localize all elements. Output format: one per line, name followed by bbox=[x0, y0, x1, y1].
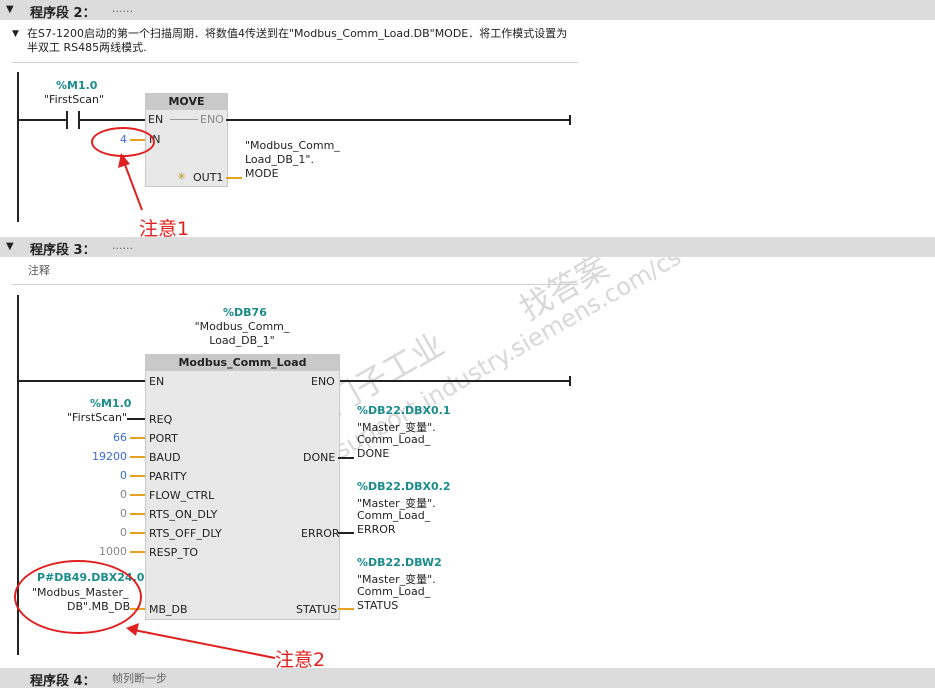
pin-status: STATUS bbox=[296, 603, 338, 616]
resp-to-value[interactable]: 1000 bbox=[99, 545, 127, 558]
pin-parity: PARITY bbox=[149, 470, 187, 483]
done-address: %DB22.DBX0.1 bbox=[357, 404, 451, 417]
segment-title: 程序段 4： bbox=[30, 674, 96, 689]
req-value[interactable]: "FirstScan" bbox=[67, 411, 127, 424]
move-title: MOVE bbox=[146, 94, 227, 110]
rts-off-dly-wire bbox=[130, 532, 145, 534]
segment-comment[interactable]: 注释 bbox=[28, 264, 50, 278]
parity-wire bbox=[130, 475, 145, 477]
parity-value[interactable]: 0 bbox=[120, 469, 127, 482]
pin-flow-ctrl: FLOW_CTRL bbox=[149, 489, 215, 502]
pin-error: ERROR bbox=[301, 527, 340, 540]
baud-value[interactable]: 19200 bbox=[92, 450, 127, 463]
contact-left[interactable] bbox=[66, 111, 68, 129]
port-value[interactable]: 66 bbox=[113, 431, 127, 444]
done-wire bbox=[338, 457, 354, 459]
power-rail bbox=[17, 72, 19, 222]
pin-req: REQ bbox=[149, 413, 173, 426]
rts-off-dly-value[interactable]: 0 bbox=[120, 526, 127, 539]
collapse-icon[interactable]: ▼ bbox=[6, 241, 14, 252]
done-var-line3[interactable]: DONE bbox=[357, 447, 389, 460]
req-wire bbox=[127, 418, 145, 420]
status-var-line3[interactable]: STATUS bbox=[357, 599, 398, 612]
status-wire bbox=[338, 608, 354, 610]
out-wire bbox=[226, 177, 242, 179]
rung-line bbox=[17, 119, 67, 121]
comment-divider bbox=[12, 284, 578, 285]
error-address: %DB22.DBX0.2 bbox=[357, 480, 451, 493]
flow-ctrl-wire bbox=[130, 494, 145, 496]
resp-to-wire bbox=[130, 551, 145, 553]
instance-address: %DB76 bbox=[223, 306, 267, 319]
baud-wire bbox=[130, 456, 145, 458]
pin-mb-db: MB_DB bbox=[149, 603, 188, 616]
error-wire bbox=[338, 532, 354, 534]
move-en: EN bbox=[148, 113, 164, 126]
rung-end bbox=[569, 376, 571, 386]
en-eno-line bbox=[170, 119, 198, 120]
rung-line-right bbox=[226, 119, 570, 121]
pin-resp-to: RESP_TO bbox=[149, 546, 199, 559]
segment-title: 程序段 2： bbox=[30, 6, 96, 21]
segment-4-header[interactable]: 程序段 4： 帧列断一步 bbox=[0, 668, 935, 689]
block-en: EN bbox=[149, 375, 165, 388]
pin-port: PORT bbox=[149, 432, 178, 445]
segment-title: 程序段 3： bbox=[30, 243, 96, 258]
port-wire bbox=[130, 437, 145, 439]
move-eno: ENO bbox=[200, 113, 224, 126]
pin-rts-off-dly: RTS_OFF_DLY bbox=[149, 527, 222, 540]
status-address: %DB22.DBW2 bbox=[357, 556, 442, 569]
modbus-comm-load-block[interactable]: Modbus_Comm_Load bbox=[145, 354, 340, 620]
sparkle-icon: ✳ bbox=[177, 170, 187, 183]
rts-on-dly-wire bbox=[130, 513, 145, 515]
req-address: %M1.0 bbox=[90, 397, 132, 410]
instance-name[interactable]: "Modbus_Comm_ Load_DB_1" bbox=[192, 320, 292, 348]
comment-collapse-icon[interactable]: ▼ bbox=[12, 29, 19, 39]
annotation-arrow-2 bbox=[126, 623, 276, 659]
error-var-line3[interactable]: ERROR bbox=[357, 523, 396, 536]
rung-end bbox=[569, 115, 571, 125]
annotation-arrow-1 bbox=[118, 153, 143, 211]
move-out: OUT1 bbox=[193, 171, 224, 184]
pin-baud: BAUD bbox=[149, 451, 181, 464]
rung-line bbox=[17, 380, 145, 382]
collapse-icon[interactable]: ▼ bbox=[6, 4, 14, 15]
segment-2-header[interactable]: ▼ 程序段 2： ...... bbox=[0, 0, 935, 21]
contact-name: "FirstScan" bbox=[44, 93, 105, 106]
error-var-line2[interactable]: Comm_Load_ bbox=[357, 509, 430, 522]
block-eno: ENO bbox=[311, 375, 335, 388]
block-title: Modbus_Comm_Load bbox=[146, 355, 339, 371]
done-var-line2[interactable]: Comm_Load_ bbox=[357, 433, 430, 446]
rts-on-dly-value[interactable]: 0 bbox=[120, 507, 127, 520]
segment-3-header[interactable]: ▼ 程序段 3： ...... bbox=[0, 237, 935, 258]
contact-address: %M1.0 bbox=[56, 79, 98, 92]
pin-rts-on-dly: RTS_ON_DLY bbox=[149, 508, 218, 521]
segment-dots: ...... bbox=[112, 2, 133, 15]
flow-ctrl-value[interactable]: 0 bbox=[120, 488, 127, 501]
rung-line bbox=[80, 119, 146, 121]
rung-line-right bbox=[339, 380, 570, 382]
segment-comment[interactable]: 在S7-1200启动的第一个扫描周期．将数值4传送到在"Modbus_Comm_… bbox=[27, 27, 577, 55]
move-out-var[interactable]: "Modbus_Comm_ Load_DB_1". MODE bbox=[245, 139, 345, 181]
segment-dots: ...... bbox=[112, 239, 133, 252]
comment-divider bbox=[12, 62, 578, 63]
pin-done: DONE bbox=[303, 451, 336, 464]
status-var-line2[interactable]: Comm_Load_ bbox=[357, 585, 430, 598]
segment-comment-preview: 帧列断一步 bbox=[112, 672, 167, 685]
